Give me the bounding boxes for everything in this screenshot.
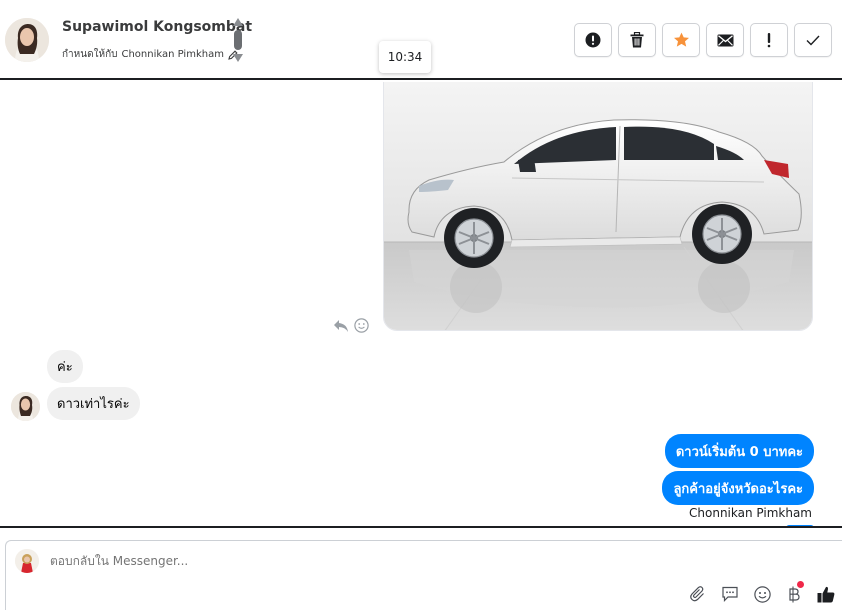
star-button[interactable] [662,23,700,57]
incoming-message[interactable]: ค่ะ [47,350,83,383]
delete-button[interactable] [618,23,656,57]
next-conversation-icon[interactable] [233,54,243,62]
thumbs-up-icon [817,586,835,602]
like-button[interactable] [810,583,842,605]
paperclip-icon [690,586,704,602]
assignment-line: กำหนดให้กับ Chonnikan Pimkham [62,47,238,62]
react-emoji-icon[interactable] [354,318,369,337]
composer-toolbar [682,581,842,605]
reply-composer [5,540,842,610]
follow-up-button[interactable] [750,23,788,57]
alert-circle-icon [585,32,601,48]
assign-prefix: กำหนดให้กับ [62,49,118,60]
assignee-name[interactable]: Chonnikan Pimkham [121,49,223,60]
spam-button[interactable] [574,23,612,57]
done-button[interactable] [794,23,832,57]
message-input[interactable] [50,554,650,568]
contact-avatar[interactable] [5,18,49,62]
check-icon [806,35,820,46]
notification-dot [797,581,804,588]
incoming-message[interactable]: ดาวเท่าไรค่ะ [47,387,140,420]
exclamation-icon [767,33,771,48]
scroll-handle[interactable] [234,30,242,50]
page-avatar [15,549,39,573]
mark-unread-button[interactable] [706,23,744,57]
timestamp-tooltip: 10:34 [379,41,431,73]
composer-divider [0,526,842,528]
chat-bubble-icon [722,586,738,602]
emoji-button[interactable] [746,583,778,605]
sender-avatar[interactable] [11,392,40,421]
outgoing-message[interactable]: ดาวน์เริ่มต้น 0 บาทคะ [664,434,814,468]
messenger-conversation-window: Supawimol Kongsombat กำหนดให้กับ Chonnik… [0,0,842,610]
conversation-actions [574,23,832,57]
previous-conversation-icon[interactable] [233,18,243,26]
reply-icon[interactable] [333,318,349,337]
car-photo-attachment[interactable] [383,82,813,331]
payment-button[interactable] [778,581,810,605]
contact-name[interactable]: Supawimol Kongsombat [62,19,252,35]
message-list[interactable]: ค่ะ ดาวเท่าไรค่ะ ดาวน์เริ่มต้น 0 บาทคะ ล… [0,82,842,526]
saved-replies-button[interactable] [714,583,746,605]
baht-icon [789,586,800,602]
trash-icon [630,32,644,48]
smiley-icon [753,585,771,603]
outgoing-message[interactable]: ลูกค้าอยู่จังหวัดอะไรคะ [662,471,814,505]
sender-name-label: Chonnikan Pimkham [689,506,812,520]
envelope-icon [717,34,733,46]
conversation-navigator[interactable] [231,18,245,64]
attachment-button[interactable] [682,583,714,605]
star-icon [673,32,689,47]
